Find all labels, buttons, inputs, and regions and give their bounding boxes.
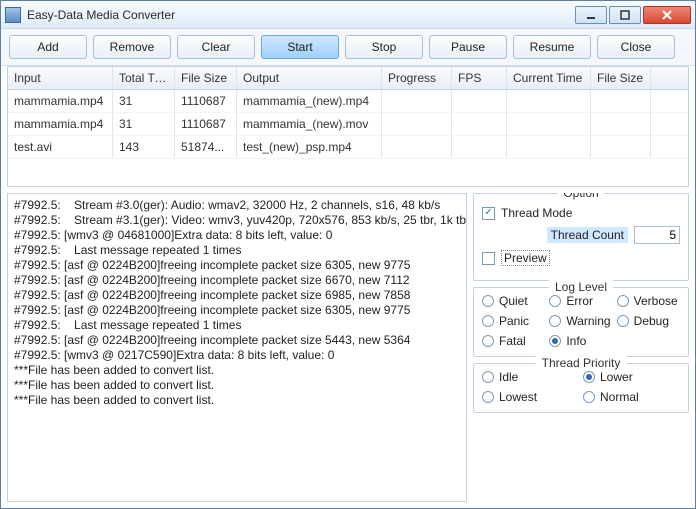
window-title: Easy-Data Media Converter — [27, 8, 573, 22]
start-button[interactable]: Start — [261, 35, 339, 59]
log-line: #7992.5: [asf @ 0224B200]freeing incompl… — [14, 258, 460, 273]
radio-panic[interactable] — [482, 315, 494, 327]
log-line: #7992.5: Stream #3.1(ger): Video: wmv3, … — [14, 213, 460, 228]
log-line: #7992.5: [asf @ 0224B200]freeing incompl… — [14, 333, 460, 348]
log-line: ***File has been added to convert list. — [14, 378, 460, 393]
table-row[interactable]: mammamia.mp4311110687mammamia_(new).mp4 — [8, 90, 688, 113]
radio-warning[interactable] — [549, 315, 561, 327]
app-window: Easy-Data Media Converter Add Remove Cle… — [0, 0, 696, 509]
col-total-time[interactable]: Total Time — [113, 67, 175, 89]
option-group: Option Thread Mode Thread Count Preview — [473, 193, 689, 281]
radio-info[interactable] — [549, 335, 561, 347]
col-output[interactable]: Output — [237, 67, 382, 89]
toolbar: Add Remove Clear Start Stop Pause Resume… — [1, 29, 695, 66]
priority-group: Thread Priority Idle Lower Lowest Normal — [473, 363, 689, 413]
close-window-button[interactable] — [643, 6, 691, 24]
stop-button[interactable]: Stop — [345, 35, 423, 59]
radio-debug[interactable] — [617, 315, 629, 327]
log-line: #7992.5: [asf @ 0224B200]freeing incompl… — [14, 303, 460, 318]
add-button[interactable]: Add — [9, 35, 87, 59]
app-icon — [5, 7, 21, 23]
loglevel-group: Log Level Quiet Error Verbose Panic Warn… — [473, 287, 689, 357]
thread-count-input[interactable] — [634, 226, 680, 244]
log-line: #7992.5: [wmv3 @ 0217C590]Extra data: 8 … — [14, 348, 460, 363]
radio-fatal[interactable] — [482, 335, 494, 347]
log-output[interactable]: #7992.5: Stream #3.0(ger): Audio: wmav2,… — [7, 193, 467, 502]
loglevel-legend: Log Level — [549, 280, 613, 294]
radio-normal[interactable] — [583, 391, 595, 403]
radio-verbose[interactable] — [617, 295, 629, 307]
remove-button[interactable]: Remove — [93, 35, 171, 59]
radio-lowest[interactable] — [482, 391, 494, 403]
col-current-time[interactable]: Current Time — [507, 67, 591, 89]
log-line: ***File has been added to convert list. — [14, 363, 460, 378]
log-line: #7992.5: [wmv3 @ 04681000]Extra data: 8 … — [14, 228, 460, 243]
radio-idle[interactable] — [482, 371, 494, 383]
col-file-size2[interactable]: File Size — [591, 67, 651, 89]
grid-body[interactable]: mammamia.mp4311110687mammamia_(new).mp4m… — [8, 90, 688, 186]
log-line: #7992.5: [asf @ 0224B200]freeing incompl… — [14, 288, 460, 303]
radio-quiet[interactable] — [482, 295, 494, 307]
job-grid: Input Total Time File Size Output Progre… — [7, 66, 689, 187]
table-row[interactable]: test.avi14351874...test_(new)_psp.mp4 — [8, 136, 688, 159]
priority-legend: Thread Priority — [536, 356, 627, 370]
col-input[interactable]: Input — [8, 67, 113, 89]
col-fps[interactable]: FPS — [452, 67, 507, 89]
side-panel: Option Thread Mode Thread Count Preview … — [473, 193, 689, 502]
preview-label: Preview — [501, 250, 550, 266]
radio-lower[interactable] — [583, 371, 595, 383]
minimize-button[interactable] — [575, 6, 607, 24]
table-row[interactable]: mammamia.mp4311110687mammamia_(new).mov — [8, 113, 688, 136]
titlebar[interactable]: Easy-Data Media Converter — [1, 1, 695, 29]
thread-count-label: Thread Count — [547, 227, 628, 243]
close-button[interactable]: Close — [597, 35, 675, 59]
maximize-button[interactable] — [609, 6, 641, 24]
thread-mode-label: Thread Mode — [501, 206, 572, 220]
col-file-size[interactable]: File Size — [175, 67, 237, 89]
log-line: #7992.5: Last message repeated 1 times — [14, 318, 460, 333]
resume-button[interactable]: Resume — [513, 35, 591, 59]
log-line: #7992.5: [asf @ 0224B200]freeing incompl… — [14, 273, 460, 288]
clear-button[interactable]: Clear — [177, 35, 255, 59]
radio-error[interactable] — [549, 295, 561, 307]
grid-header: Input Total Time File Size Output Progre… — [8, 67, 688, 90]
log-line: #7992.5: Last message repeated 1 times — [14, 243, 460, 258]
option-legend: Option — [557, 193, 604, 200]
pause-button[interactable]: Pause — [429, 35, 507, 59]
thread-mode-checkbox[interactable] — [482, 207, 495, 220]
preview-checkbox[interactable] — [482, 252, 495, 265]
log-line: #7992.5: Stream #3.0(ger): Audio: wmav2,… — [14, 198, 460, 213]
log-line: ***File has been added to convert list. — [14, 393, 460, 408]
col-progress[interactable]: Progress — [382, 67, 452, 89]
